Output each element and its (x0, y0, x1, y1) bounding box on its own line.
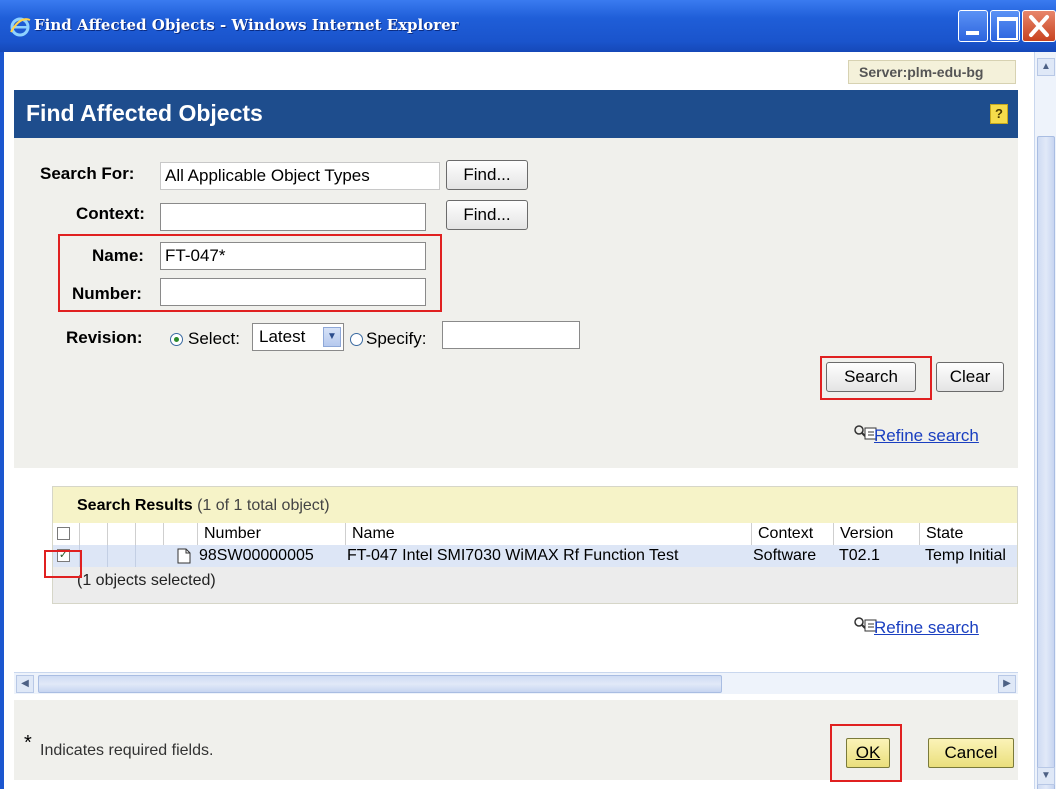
scroll-up-arrow-icon[interactable]: ▲ (1037, 58, 1055, 76)
vertical-scroll-thumb[interactable] (1037, 136, 1055, 789)
selected-count-note: (1 objects selected) (77, 572, 216, 589)
page-header: Find Affected Objects ? (14, 90, 1018, 138)
row-state: Temp Initial (925, 547, 1006, 564)
select-all-checkbox[interactable] (57, 527, 70, 540)
results-column-header: Number Name Context Version State (53, 523, 1017, 545)
context-find-button[interactable]: Find... (446, 200, 528, 230)
row-name[interactable]: FT-047 Intel SMI7030 WiMAX Rf Function T… (345, 545, 751, 567)
scroll-right-arrow-icon[interactable]: ▶ (998, 675, 1016, 693)
column-header-version[interactable]: Version (833, 523, 919, 545)
ok-button-label: OK (855, 743, 881, 762)
close-button[interactable] (1022, 10, 1056, 42)
ok-button[interactable]: OK (846, 738, 890, 768)
header-cell-blank-2 (107, 523, 135, 545)
header-cell-blank-1 (79, 523, 107, 545)
revision-specify-radio[interactable] (350, 333, 363, 346)
close-icon (1029, 15, 1049, 37)
chevron-down-icon[interactable]: ▼ (323, 327, 341, 347)
window-title: Find Affected Objects - Windows Internet… (34, 16, 459, 34)
maximize-button[interactable] (990, 10, 1020, 42)
search-for-label: Search For: (40, 164, 135, 183)
column-header-name[interactable]: Name (345, 523, 751, 545)
window-title-bar[interactable]: Find Affected Objects - Windows Internet… (0, 0, 1056, 52)
scroll-down-arrow-icon[interactable]: ▼ (1037, 767, 1055, 785)
revision-select-label: Select: (188, 329, 240, 348)
column-header-state[interactable]: State (919, 523, 1017, 545)
search-results-table: Search Results (1 of 1 total object) Num… (52, 486, 1018, 604)
revision-dropdown[interactable]: Latest ▼ (252, 323, 344, 351)
row-checkbox-highlight (44, 550, 82, 578)
clear-button[interactable]: Clear (936, 362, 1004, 392)
required-fields-note: Indicates required fields. (40, 742, 214, 759)
search-for-find-button[interactable]: Find... (446, 160, 528, 190)
results-title-text: Search Results (77, 497, 193, 514)
results-count: (1 of 1 total object) (197, 497, 330, 514)
context-label: Context: (76, 204, 145, 223)
cancel-button[interactable]: Cancel (928, 738, 1014, 768)
page-title: Find Affected Objects (26, 100, 263, 126)
refine-search-link-2[interactable]: Refine search (874, 618, 979, 638)
vertical-scrollbar[interactable]: ▲ ▼ (1034, 52, 1056, 789)
revision-label: Revision: (66, 328, 143, 347)
revision-dropdown-value: Latest (259, 327, 306, 346)
row-document-icon-cell (163, 545, 197, 567)
number-label: Number: (72, 284, 142, 303)
server-label: Server:plm-edu-bg (848, 60, 1016, 84)
revision-specify-label: Specify: (366, 329, 427, 348)
internet-explorer-icon (10, 17, 31, 37)
number-field[interactable] (160, 278, 426, 306)
row-version: T02.1 (839, 547, 880, 564)
scroll-left-arrow-icon[interactable]: ◀ (16, 675, 34, 693)
column-header-number[interactable]: Number (197, 523, 345, 545)
minimize-button[interactable] (958, 10, 988, 42)
name-field[interactable] (160, 242, 426, 270)
results-header: Search Results (1 of 1 total object) (53, 487, 1017, 523)
row-cell-blank-2 (107, 545, 135, 567)
horizontal-scrollbar[interactable]: ◀ ▶ (14, 672, 1018, 694)
cancel-button-label: Cancel (944, 743, 998, 762)
revision-select-radio[interactable] (170, 333, 183, 346)
row-number[interactable]: 98SW00000005 (197, 545, 345, 567)
document-icon[interactable] (177, 548, 191, 564)
search-button[interactable]: Search (826, 362, 916, 392)
revision-specify-field[interactable] (442, 321, 580, 349)
refine-search-link[interactable]: Refine search (874, 426, 979, 446)
column-header-context[interactable]: Context (751, 523, 833, 545)
row-cell-blank-3 (135, 545, 163, 567)
name-label: Name: (92, 246, 144, 265)
help-icon[interactable]: ? (990, 104, 1008, 124)
horizontal-scroll-thumb[interactable] (38, 675, 722, 693)
required-star: * (24, 732, 32, 754)
table-row[interactable]: ✓ 98SW00000005 FT-047 Intel SMI7030 WiMA… (53, 545, 1017, 567)
context-field[interactable] (160, 203, 426, 231)
header-cell-blank-4 (163, 523, 197, 545)
search-for-field[interactable] (160, 162, 440, 190)
header-cell-blank-3 (135, 523, 163, 545)
row-context: Software (753, 547, 817, 564)
results-title: Search Results (1 of 1 total object) (77, 497, 330, 515)
row-cell-blank-1 (79, 545, 107, 567)
